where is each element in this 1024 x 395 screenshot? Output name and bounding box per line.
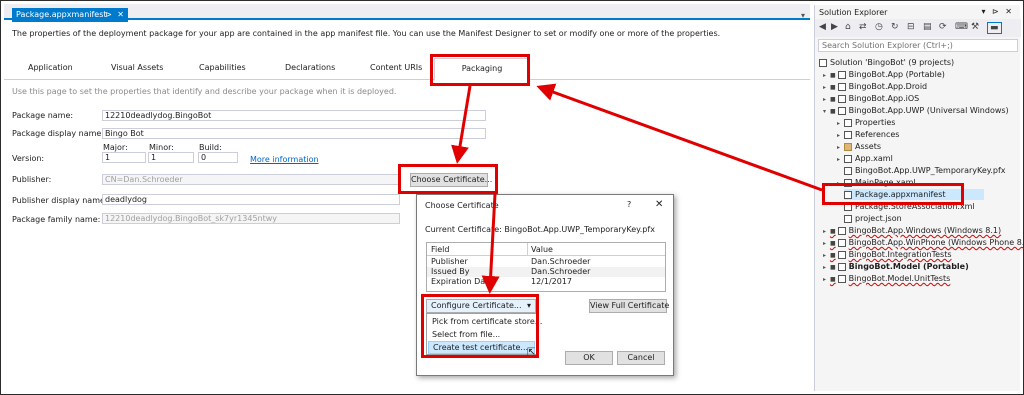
callout-arrows (451, 83, 823, 294)
arrow-to-choose-certificate (451, 85, 472, 164)
arrow-to-packaging-tab (536, 83, 823, 192)
arrow-to-configure-menu (481, 193, 500, 294)
